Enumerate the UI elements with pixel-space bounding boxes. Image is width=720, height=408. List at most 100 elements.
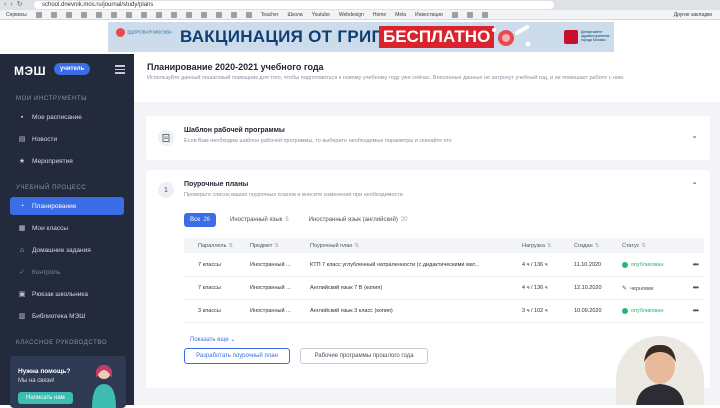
bookmark-item[interactable]: Teacher [261, 12, 279, 18]
bookmark-item[interactable] [245, 11, 252, 18]
bookmark-item[interactable] [466, 11, 473, 18]
bookmark-item[interactable] [170, 11, 177, 18]
chevron-down-icon[interactable]: ⌄ [691, 131, 698, 140]
forward-icon[interactable]: › [10, 1, 12, 9]
table-header: Параллель ⇅ Предмет ⇅ Поурочный план ⇅ Нагр… [184, 238, 704, 253]
lesson-plans-title: Поурочные планы [184, 181, 249, 188]
page-description: Используйте данный пошаговый помощник дл… [147, 75, 625, 81]
brand-logo[interactable]: МЭШ [14, 64, 46, 78]
people-icon: ▦ [18, 225, 26, 232]
backpack-icon: ▣ [18, 291, 26, 298]
bookmark-item[interactable] [65, 11, 72, 18]
bookmark-item[interactable]: Инвестиции [415, 12, 443, 18]
bookmark-item[interactable] [215, 11, 222, 18]
other-bookmarks[interactable]: Другие закладки [674, 10, 712, 20]
status-badge: опубликован [622, 262, 664, 268]
check-icon: ✓ [19, 269, 25, 276]
last-year-programs-button[interactable]: Рабочие программы прошлого года [300, 348, 428, 364]
show-more-link[interactable]: Показать еще ⌄ [190, 336, 235, 343]
back-icon[interactable]: ‹ [4, 1, 6, 9]
sidebar: МЭШ учитель МОИ ИНСТРУМЕНТЫ ▪ Мое расписа… [0, 54, 134, 408]
page-title: Планирование 2020-2021 учебного года [147, 62, 324, 72]
template-card[interactable]: Шаблон рабочей программы Если Вам необхо… [146, 116, 710, 160]
bookmark-item[interactable] [35, 11, 42, 18]
book-icon: ▥ [18, 313, 26, 320]
cell-plan[interactable]: КТП 7 класс углубленный натраленности (с… [310, 262, 510, 268]
bookmark-item[interactable] [95, 11, 102, 18]
document-icon: ▤ [18, 136, 26, 143]
cell-plan[interactable]: Английский язык 7 В (копия) [310, 285, 510, 291]
bookmark-item[interactable] [125, 11, 132, 18]
bookmark-item[interactable]: Youtube [312, 12, 330, 18]
cell-subject: Иностранный ... [250, 308, 291, 314]
sidebar-item-homework[interactable]: ⌂ Домашние задания [10, 241, 124, 259]
bookmark-item[interactable] [200, 11, 207, 18]
table-row[interactable]: 7 классы Иностранный ... КТП 7 класс угл… [184, 254, 704, 277]
heart-icon [116, 28, 125, 37]
more-options-icon[interactable]: ••• [693, 283, 699, 292]
star-icon: ★ [18, 158, 26, 165]
section-my-tools: МОИ ИНСТРУМЕНТЫ [16, 96, 88, 102]
cell-load: 4 ч / 136 ч [522, 285, 548, 291]
menu-icon[interactable] [115, 65, 125, 74]
column-subject[interactable]: Предмет ⇅ [250, 243, 279, 249]
cell-plan[interactable]: Английский язык 3 класс (копия) [310, 308, 510, 314]
bookmark-item[interactable] [185, 11, 192, 18]
reload-icon[interactable]: ↻ [17, 1, 23, 9]
table-row[interactable]: 3 классы Иностранный ... Английский язык… [184, 300, 704, 323]
sidebar-item-news[interactable]: ▤ Новости [10, 130, 124, 148]
tab-english[interactable]: Иностранный язык (английский) 20 [303, 213, 414, 227]
bookmark-item[interactable]: Mela [395, 12, 406, 18]
tab-all[interactable]: Все 26 [184, 213, 217, 227]
bookmark-item[interactable] [481, 11, 488, 18]
sidebar-item-control[interactable]: ✓ Контроль [10, 263, 124, 281]
more-options-icon[interactable]: ••• [693, 260, 699, 269]
cell-subject: Иностранный ... [250, 262, 291, 268]
bookmark-item[interactable] [50, 11, 57, 18]
sidebar-item-schedule[interactable]: ▪ Мое расписание [10, 108, 124, 126]
address-bar[interactable]: school.dnevnik.mos.ru/journal/study/plan… [34, 1, 554, 9]
tab-foreign-language[interactable]: Иностранный язык 5 [224, 213, 295, 227]
column-created[interactable]: Создан ⇅ [574, 243, 599, 249]
column-parallel[interactable]: Параллель ⇅ [198, 243, 233, 249]
help-title: Нужна помощь? [18, 368, 71, 375]
clock-icon: ◔ [19, 202, 25, 210]
bookmark-item[interactable] [230, 11, 237, 18]
bookmark-item[interactable]: Home [373, 12, 386, 18]
published-icon [622, 308, 628, 314]
banner-panel: ЗДОРОВАЯ МОСКВА ВАКЦИНАЦИЯ ОТ ГРИППА БЕС… [108, 22, 614, 52]
bookmark-item[interactable] [140, 11, 147, 18]
pencil-icon: ✎ [622, 286, 628, 292]
chevron-up-icon[interactable]: ⌃ [691, 181, 698, 190]
bookmark-item[interactable] [80, 11, 87, 18]
banner-department: Департамент здравоохранения города Москв… [581, 30, 610, 42]
table-row[interactable]: 7 классы Иностранный ... Английский язык… [184, 277, 704, 300]
briefcase-icon: ▪ [20, 113, 24, 121]
create-plan-button[interactable]: Разработать поурочный план [184, 348, 290, 364]
column-plan[interactable]: Поурочный план ⇅ [310, 243, 359, 249]
bookmark-item[interactable] [451, 11, 458, 18]
bookmark-item[interactable]: Сервисы [6, 12, 27, 18]
sidebar-item-planning[interactable]: ◔ Планирование [10, 197, 124, 215]
sidebar-item-library[interactable]: ▥ Библиотека МЭШ [10, 307, 124, 325]
sidebar-item-my-classes[interactable]: ▦ Мои классы [10, 219, 124, 237]
section-class-management: КЛАССНОЕ РУКОВОДСТВО [16, 340, 108, 346]
column-status[interactable]: Статус ⇅ [622, 243, 646, 249]
ad-banner[interactable]: ЗДОРОВАЯ МОСКВА ВАКЦИНАЦИЯ ОТ ГРИППА БЕС… [0, 20, 720, 54]
cell-parallel: 7 классы [198, 285, 221, 291]
sidebar-item-events[interactable]: ★ Мероприятия [10, 152, 124, 170]
contact-us-button[interactable]: Написать нам [18, 392, 73, 404]
template-card-description: Если Вам необходим шаблон рабочей програ… [184, 138, 452, 144]
banner-free-badge: БЕСПЛАТНО [379, 26, 495, 48]
lesson-plans-description: Проверьте список ваших поурочных планов … [184, 192, 403, 198]
bookmark-item[interactable]: Школа [288, 12, 303, 18]
banner-headline: ВАКЦИНАЦИЯ ОТ ГРИППА [180, 27, 410, 46]
sidebar-item-backpack[interactable]: ▣ Рюкзак школьника [10, 285, 124, 303]
support-person-illustration-icon [92, 365, 116, 408]
bookmark-item[interactable] [110, 11, 117, 18]
column-load[interactable]: Нагрузка ⇅ [522, 243, 552, 249]
more-options-icon[interactable]: ••• [693, 306, 699, 315]
bookmark-item[interactable]: Webdesign [339, 12, 364, 18]
cell-subject: Иностранный ... [250, 285, 291, 291]
bookmark-item[interactable] [155, 11, 162, 18]
